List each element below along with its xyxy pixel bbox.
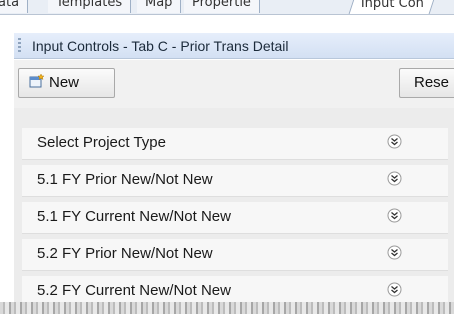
tab-templates[interactable]: Templates bbox=[48, 0, 132, 13]
list-item[interactable]: 5.2 FY Prior New/Not New bbox=[22, 239, 448, 271]
toolbar: New Rese bbox=[14, 60, 454, 108]
double-chevron-down-icon[interactable] bbox=[387, 208, 402, 223]
list-item[interactable]: 5.1 FY Current New/Not New bbox=[22, 202, 448, 234]
input-controls-list: Select Project Type 5.1 FY Prior New/Not… bbox=[14, 108, 454, 314]
new-button-label: New bbox=[49, 74, 80, 91]
double-chevron-down-icon[interactable] bbox=[387, 245, 402, 260]
list-item-label: 5.1 FY Current New/Not New bbox=[37, 208, 231, 225]
panel-title: Input Controls - Tab C - Prior Trans Det… bbox=[32, 38, 289, 54]
drag-grip-icon[interactable] bbox=[18, 38, 21, 54]
panel-title-bar: Input Controls - Tab C - Prior Trans Det… bbox=[14, 33, 454, 59]
tab-strip: Data Templates Map Propertie Input Con bbox=[0, 0, 454, 15]
reset-button-label: Rese bbox=[414, 74, 450, 91]
list-item-label: 5.2 FY Current New/Not New bbox=[37, 282, 231, 299]
double-chevron-down-icon[interactable] bbox=[387, 171, 402, 186]
list-item-label: 5.2 FY Prior New/Not New bbox=[37, 245, 213, 262]
list-item-label: 5.1 FY Prior New/Not New bbox=[37, 171, 213, 188]
tab-map[interactable]: Map bbox=[137, 0, 182, 13]
list-item[interactable]: Select Project Type bbox=[22, 128, 448, 160]
tab-properties[interactable]: Propertie bbox=[184, 0, 260, 13]
new-button[interactable]: New bbox=[18, 68, 115, 98]
tab-data[interactable]: Data bbox=[0, 0, 29, 13]
list-item[interactable]: 5.1 FY Prior New/Not New bbox=[22, 165, 448, 197]
new-document-icon bbox=[29, 74, 45, 88]
list-item-label: Select Project Type bbox=[37, 134, 166, 151]
double-chevron-down-icon[interactable] bbox=[387, 282, 402, 297]
torn-edge-divider bbox=[0, 302, 454, 314]
reset-button[interactable]: Rese bbox=[399, 68, 454, 98]
double-chevron-down-icon[interactable] bbox=[387, 134, 402, 149]
tab-input-controls[interactable]: Input Con bbox=[348, 0, 437, 14]
